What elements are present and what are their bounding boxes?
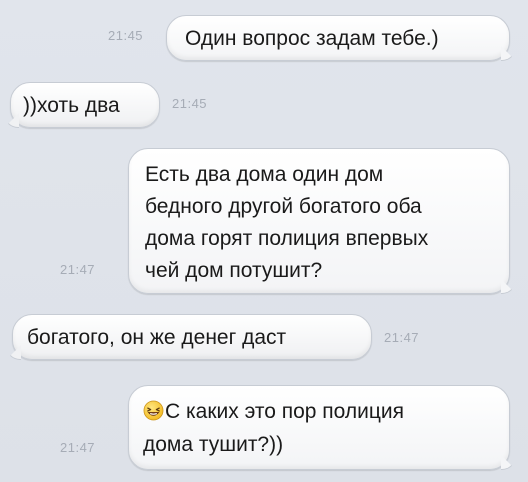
message-bubble-incoming[interactable]: ))хоть два	[10, 82, 160, 128]
message-text: Один вопрос задам тебе.)	[185, 27, 439, 50]
message-bubble-outgoing[interactable]: Есть два дома один дом бедного другой бо…	[128, 148, 510, 294]
message-time: 21:47	[60, 262, 96, 277]
message-text: ))хоть два	[23, 94, 120, 117]
message-time: 21:47	[384, 330, 420, 345]
message-time: 21:47	[60, 440, 96, 455]
laughing-face-icon	[143, 400, 164, 421]
message-line: дома горят полиция впервых	[145, 227, 429, 250]
message-line-text: С каких это пор полиция	[165, 400, 404, 423]
message-line: дома тушит?))	[143, 433, 284, 456]
chat-thread: 21:45 Один вопрос задам тебе.) ))хоть дв…	[0, 0, 528, 482]
message-line: бедного другой богатого оба	[145, 195, 422, 218]
message-bubble-outgoing[interactable]: С каких это пор полиция дома тушит?))	[128, 385, 510, 470]
message-text: богатого, он же денег даст	[27, 326, 287, 349]
message-line: Есть два дома один дом	[145, 163, 384, 186]
message-time: 21:45	[108, 28, 144, 43]
message-line: чей дом потушит?	[145, 259, 323, 282]
message-time: 21:45	[172, 96, 208, 111]
message-line: С каких это пор полиция	[143, 395, 495, 428]
message-bubble-incoming[interactable]: богатого, он же денег даст	[12, 314, 372, 360]
message-bubble-outgoing[interactable]: Один вопрос задам тебе.)	[166, 15, 510, 61]
